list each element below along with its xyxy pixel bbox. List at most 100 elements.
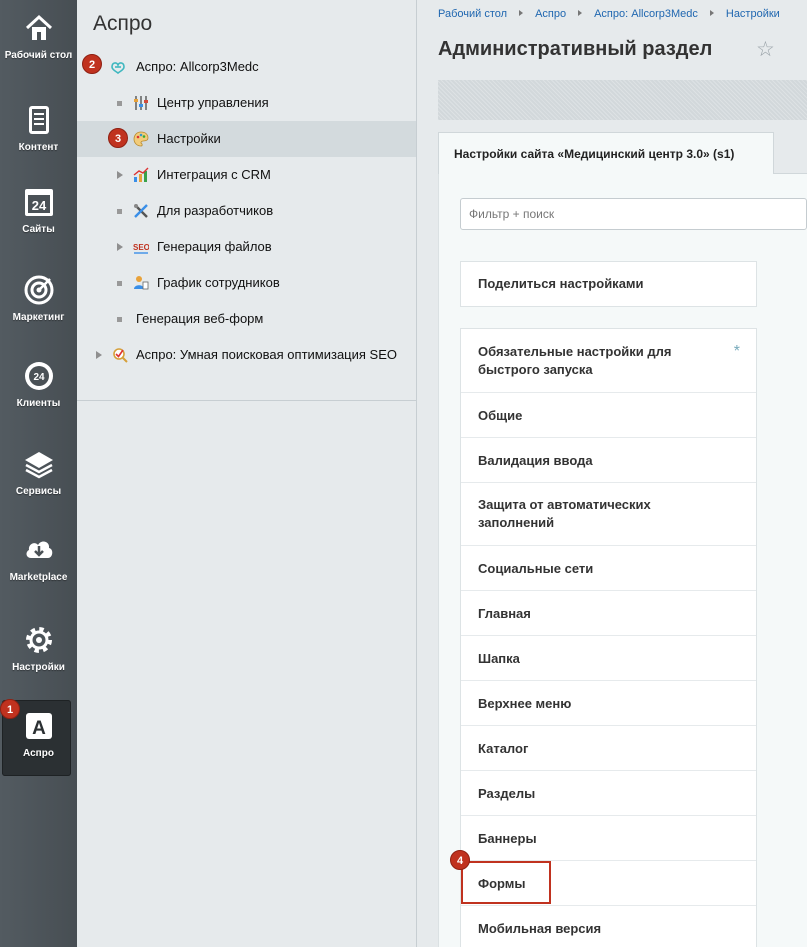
- step-badge-2: 2: [82, 54, 102, 74]
- tree-item-label: Генерация веб-форм: [136, 311, 264, 326]
- menu-item-label: Главная: [478, 605, 531, 621]
- menu-item-social[interactable]: Социальные сети: [461, 545, 756, 590]
- menu-item-label: Шапка: [478, 650, 520, 666]
- tree-item-label: Аспро: Allcorp3Medc: [136, 59, 259, 74]
- favorite-star-icon[interactable]: ☆: [756, 37, 775, 62]
- menu-item-label: Верхнее меню: [478, 695, 572, 711]
- breadcrumb-separator-icon: [578, 10, 583, 16]
- menu-item-label: Каталог: [478, 740, 529, 756]
- cloud-download-icon: [26, 541, 52, 558]
- menu-item-label: Защита от автоматических заполнений: [478, 497, 651, 530]
- tree-item-label: Для разработчиков: [157, 203, 274, 218]
- sliders-icon: [134, 96, 148, 110]
- document-icon: [28, 106, 49, 134]
- tree-item-developers[interactable]: Для разработчиков: [77, 193, 416, 229]
- toolbar-strip: [438, 80, 807, 120]
- expand-arrow-icon[interactable]: [117, 243, 123, 251]
- filter-search-input[interactable]: Фильтр + поиск: [460, 198, 807, 230]
- breadcrumb-item[interactable]: Аспро: [535, 8, 566, 20]
- heart-link-icon: [111, 62, 125, 75]
- menu-item-top-menu[interactable]: Верхнее меню: [461, 680, 756, 725]
- rail-item-label: Контент: [18, 142, 59, 153]
- menu-item-sections[interactable]: Разделы: [461, 770, 756, 815]
- menu-item-general[interactable]: Общие: [461, 392, 756, 437]
- svg-text:24: 24: [31, 198, 46, 213]
- settings-menu: Обязательные настройки для быстрого запу…: [460, 328, 757, 947]
- breadcrumb: Рабочий стол Аспро Аспро: Allcorp3Medc Наст…: [438, 8, 780, 20]
- forms-highlight-frame: [461, 861, 551, 904]
- menu-item-header[interactable]: Шапка: [461, 635, 756, 680]
- svg-text:SEO: SEO: [133, 243, 149, 252]
- tools-icon: [134, 204, 148, 218]
- menu-item-label: Разделы: [478, 785, 536, 801]
- rail-item-marketing[interactable]: Маркетинг: [0, 274, 77, 324]
- tree-item-employee-schedule[interactable]: График сотрудников: [77, 265, 416, 301]
- rail-item-label: Сайты: [22, 224, 55, 235]
- tree-item-label: Настройки: [157, 131, 221, 146]
- rail-item-label: Рабочий стол: [4, 50, 73, 61]
- target-icon: [24, 275, 53, 305]
- menu-item-validation[interactable]: Валидация ввода: [461, 437, 756, 482]
- tree-list: Аспро: Allcorp3Medc Центр управления Нас…: [77, 49, 416, 373]
- rail-item-services[interactable]: Сервисы: [0, 448, 77, 498]
- menu-item-label: Общие: [478, 407, 523, 423]
- tree-item-label: Аспро: Умная поисковая оптимизация SEO: [136, 347, 397, 362]
- svg-text:24: 24: [33, 372, 45, 383]
- tree-item-web-forms[interactable]: Генерация веб-форм: [77, 301, 416, 337]
- rail-item-content[interactable]: Контент: [0, 104, 77, 154]
- rail-item-label: Настройки: [12, 662, 65, 673]
- tree-item-file-generation[interactable]: SEO Генерация файлов: [77, 229, 416, 265]
- rail-item-clients[interactable]: 24 Клиенты: [0, 360, 77, 410]
- rail-item-label: Маркетинг: [12, 312, 65, 323]
- rail-item-sites[interactable]: 24 Сайты: [0, 186, 77, 236]
- breadcrumb-item[interactable]: Настройки: [726, 8, 780, 20]
- aspro-a-icon: A: [25, 713, 52, 739]
- layers-icon: [24, 452, 53, 479]
- gear-icon: [25, 627, 52, 653]
- tree-item-label: Генерация файлов: [157, 239, 272, 254]
- bullet: [117, 317, 122, 322]
- svg-text:A: A: [32, 718, 46, 739]
- palette-icon: [133, 131, 149, 147]
- expand-arrow-icon[interactable]: [96, 351, 102, 359]
- tree-item-label: Интеграция с CRM: [157, 167, 271, 182]
- seo-icon: SEO: [133, 243, 149, 254]
- share-settings-button[interactable]: Поделиться настройками: [460, 261, 757, 307]
- tree-item-crm[interactable]: Интеграция с CRM: [77, 157, 416, 193]
- calendar-24-icon: 24: [24, 189, 53, 216]
- tree-item-control-center[interactable]: Центр управления: [77, 85, 416, 121]
- page-title: Административный раздел: [438, 38, 713, 60]
- step-badge-1: 1: [0, 699, 20, 719]
- tree-item-allcorp[interactable]: Аспро: Allcorp3Medc: [77, 49, 416, 85]
- tab-site-settings[interactable]: Настройки сайта «Медицинский центр 3.0» …: [438, 132, 774, 174]
- menu-item-quick-start[interactable]: Обязательные настройки для быстрого запу…: [461, 329, 756, 392]
- rail-item-settings[interactable]: Настройки: [0, 624, 77, 674]
- menu-item-antispam[interactable]: Защита от автоматических заполнений: [461, 482, 756, 545]
- step-badge-3: 3: [108, 128, 128, 148]
- menu-item-catalog[interactable]: Каталог: [461, 725, 756, 770]
- menu-item-label: Социальные сети: [478, 560, 594, 576]
- menu-item-label: Мобильная версия: [478, 920, 602, 936]
- tree-item-seo[interactable]: Аспро: Умная поисковая оптимизация SEO: [77, 337, 416, 373]
- bullet: [117, 281, 122, 286]
- tree-title: Аспро: [93, 12, 153, 35]
- employee-schedule-icon: [134, 276, 149, 290]
- rail-item-label: Клиенты: [16, 398, 61, 409]
- tab-underline: [773, 173, 807, 174]
- breadcrumb-separator-icon: [519, 10, 524, 16]
- tree-item-label: График сотрудников: [157, 275, 280, 290]
- bullet: [117, 209, 122, 214]
- rail-item-label: Аспро: [23, 748, 54, 759]
- home-icon: [25, 14, 52, 40]
- breadcrumb-item[interactable]: Аспро: Allcorp3Medc: [594, 8, 698, 20]
- required-asterisk: *: [733, 343, 740, 360]
- breadcrumb-separator-icon: [709, 10, 714, 16]
- bullet: [117, 101, 122, 106]
- menu-item-mobile[interactable]: Мобильная версия: [461, 905, 756, 947]
- menu-item-main[interactable]: Главная: [461, 590, 756, 635]
- expand-arrow-icon[interactable]: [117, 171, 123, 179]
- breadcrumb-item[interactable]: Рабочий стол: [438, 8, 507, 20]
- rail-item-desktop[interactable]: Рабочий стол: [0, 12, 77, 62]
- rail-item-marketplace[interactable]: Marketplace: [0, 534, 77, 584]
- menu-item-banners[interactable]: Баннеры: [461, 815, 756, 860]
